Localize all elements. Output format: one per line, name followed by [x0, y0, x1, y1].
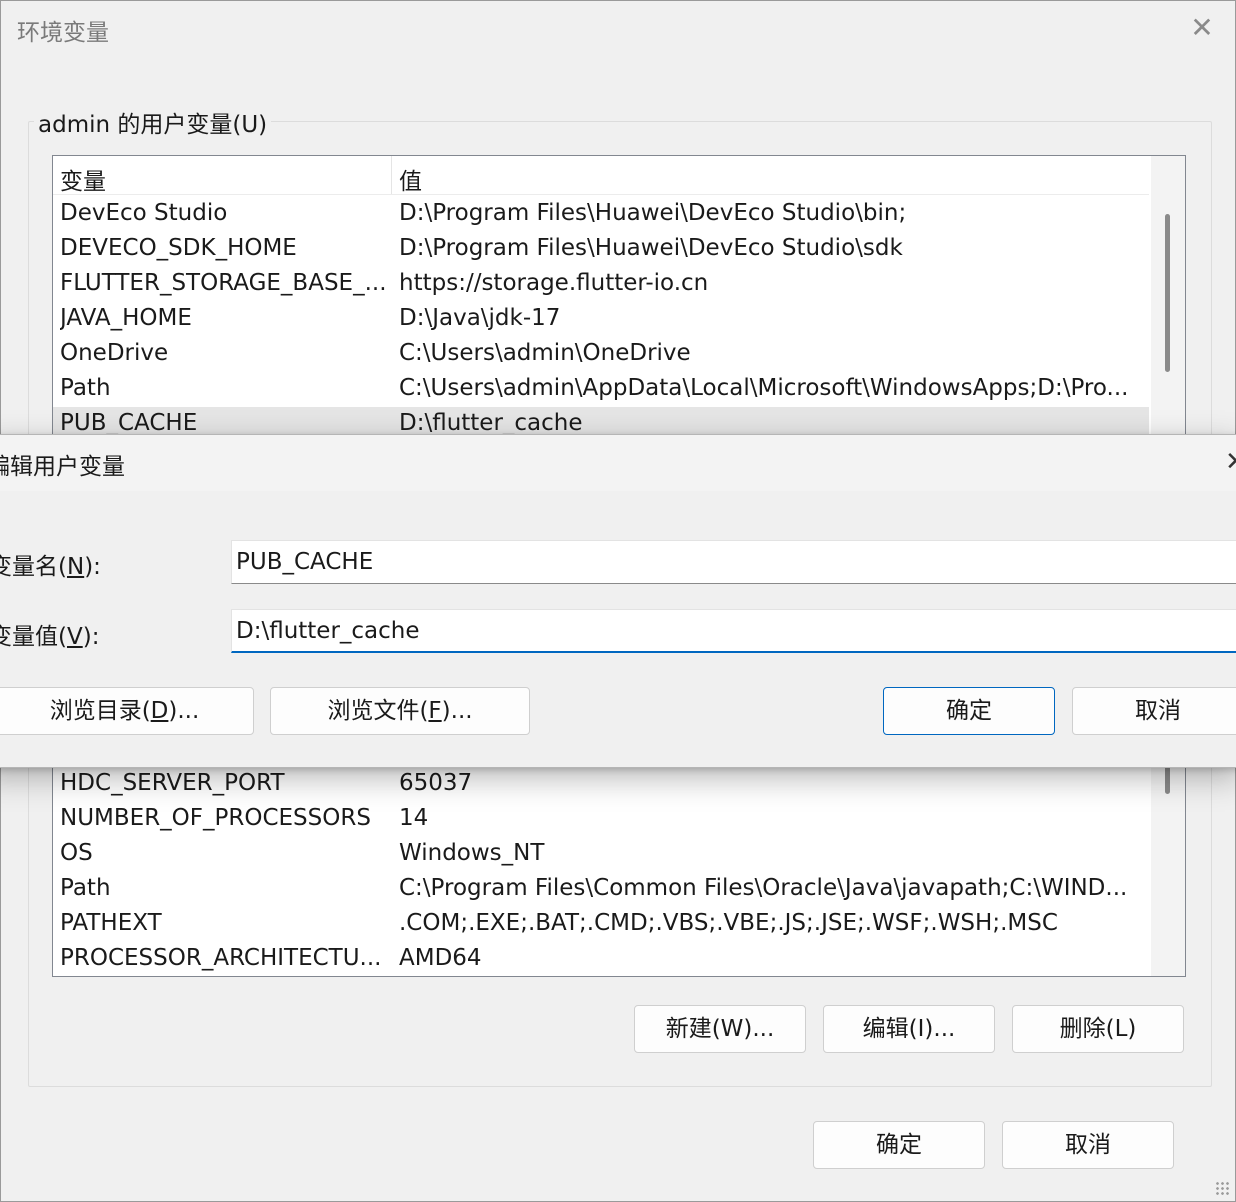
- edit-cancel-button[interactable]: 取消: [1072, 687, 1236, 735]
- variable-name: OneDrive: [60, 340, 169, 366]
- access-key: N: [66, 554, 85, 580]
- access-key: D: [150, 698, 169, 724]
- variable-name: Path: [60, 875, 111, 901]
- variable-value: AMD64: [399, 945, 482, 971]
- variable-name-field[interactable]: [231, 540, 1236, 584]
- edit-variable-button[interactable]: 编辑(I)...: [823, 1005, 995, 1053]
- variable-value-field[interactable]: [231, 609, 1236, 653]
- access-key: V: [66, 624, 83, 650]
- scrollbar-thumb[interactable]: [1165, 766, 1170, 794]
- scrollbar-thumb[interactable]: [1165, 214, 1170, 372]
- close-icon[interactable]: ✕: [1185, 11, 1219, 45]
- table-row[interactable]: PROCESSOR_ARCHITECTU... AMD64: [53, 942, 1149, 976]
- table-row[interactable]: OneDrive C:\Users\admin\OneDrive: [53, 337, 1149, 372]
- variable-name: FLUTTER_STORAGE_BASE_...: [60, 270, 385, 296]
- table-row[interactable]: FLUTTER_STORAGE_BASE_... https://storage…: [53, 267, 1149, 302]
- variable-name: DevEco Studio: [60, 200, 228, 226]
- variable-value-label: 变量值(V):: [0, 617, 99, 651]
- label-text: ):: [82, 624, 100, 650]
- table-row[interactable]: Path C:\Program Files\Common Files\Oracl…: [53, 872, 1149, 907]
- dialog-titlebar: 编辑用户变量 ✕: [0, 435, 1236, 491]
- table-row[interactable]: PATHEXT .COM;.EXE;.BAT;.CMD;.VBS;.VBE;.J…: [53, 907, 1149, 942]
- new-variable-button[interactable]: 新建(W)...: [634, 1005, 806, 1053]
- variable-value: C:\Program Files\Common Files\Oracle\Jav…: [399, 875, 1128, 901]
- variable-name: PROCESSOR_ARCHITECTU...: [60, 945, 382, 971]
- button-text: )...: [168, 698, 200, 724]
- table-row[interactable]: DevEco Studio D:\Program Files\Huawei\De…: [53, 197, 1149, 232]
- access-key: F: [428, 698, 442, 724]
- label-text: ):: [84, 554, 101, 580]
- browse-directory-button[interactable]: 浏览目录(D)...: [0, 687, 254, 735]
- variable-value: C:\Users\admin\AppData\Local\Microsoft\W…: [399, 375, 1129, 401]
- label-text: 变量值(: [0, 624, 67, 650]
- button-text: )...: [441, 698, 473, 724]
- dialog-title: 编辑用户变量: [0, 454, 125, 480]
- delete-variable-button[interactable]: 删除(L): [1012, 1005, 1184, 1053]
- list-header: 变量 值: [53, 156, 1149, 195]
- column-divider[interactable]: [391, 156, 392, 194]
- variable-name: Path: [60, 375, 111, 401]
- variable-value: D:\flutter_cache: [399, 410, 583, 436]
- close-icon[interactable]: ✕: [1225, 447, 1236, 477]
- resize-grip-icon[interactable]: [1215, 1181, 1229, 1195]
- column-header-value[interactable]: 值: [399, 162, 422, 196]
- table-row[interactable]: DEVECO_SDK_HOME D:\Program Files\Huawei\…: [53, 232, 1149, 267]
- variable-value: 65037: [399, 770, 473, 796]
- variable-value: D:\Program Files\Huawei\DevEco Studio\bi…: [399, 200, 907, 226]
- cancel-button[interactable]: 取消: [1002, 1121, 1174, 1169]
- edit-user-variable-dialog: 编辑用户变量 ✕ 变量名(N): 变量值(V): 浏览目录(D)... 浏览文件…: [0, 434, 1236, 768]
- variable-name: PATHEXT: [60, 910, 162, 936]
- variable-value: C:\Users\admin\OneDrive: [399, 340, 691, 366]
- variable-value: D:\Program Files\Huawei\DevEco Studio\sd…: [399, 235, 903, 261]
- button-text: 浏览目录(: [49, 698, 151, 724]
- variable-name: PUB_CACHE: [60, 410, 198, 436]
- table-row[interactable]: JAVA_HOME D:\Java\jdk-17: [53, 302, 1149, 337]
- table-row[interactable]: NUMBER_OF_PROCESSORS 14: [53, 802, 1149, 837]
- variable-name: OS: [60, 840, 93, 866]
- edit-ok-button[interactable]: 确定: [883, 687, 1055, 735]
- column-header-name[interactable]: 变量: [60, 162, 106, 196]
- ok-button[interactable]: 确定: [813, 1121, 985, 1169]
- button-text: 浏览文件(: [327, 698, 429, 724]
- variable-name: JAVA_HOME: [60, 305, 192, 331]
- variable-value: 14: [399, 805, 429, 831]
- user-variables-label: admin 的用户变量(U): [34, 105, 272, 139]
- variable-name: HDC_SERVER_PORT: [60, 770, 285, 796]
- browse-file-button[interactable]: 浏览文件(F)...: [270, 687, 530, 735]
- variable-name-label: 变量名(N):: [0, 547, 101, 581]
- label-text: 变量名(: [0, 554, 67, 580]
- table-row[interactable]: OS Windows_NT: [53, 837, 1149, 872]
- variable-value: D:\Java\jdk-17: [399, 305, 561, 331]
- dialog-title: 环境变量: [17, 20, 109, 46]
- table-row[interactable]: Path C:\Users\admin\AppData\Local\Micros…: [53, 372, 1149, 407]
- variable-name: NUMBER_OF_PROCESSORS: [60, 805, 371, 831]
- variable-name: DEVECO_SDK_HOME: [60, 235, 297, 261]
- table-row[interactable]: HDC_SERVER_PORT 65037: [53, 767, 1149, 802]
- variable-value: https://storage.flutter-io.cn: [399, 270, 709, 296]
- variable-value: Windows_NT: [399, 840, 545, 866]
- variable-value: .COM;.EXE;.BAT;.CMD;.VBS;.VBE;.JS;.JSE;.…: [399, 910, 1058, 936]
